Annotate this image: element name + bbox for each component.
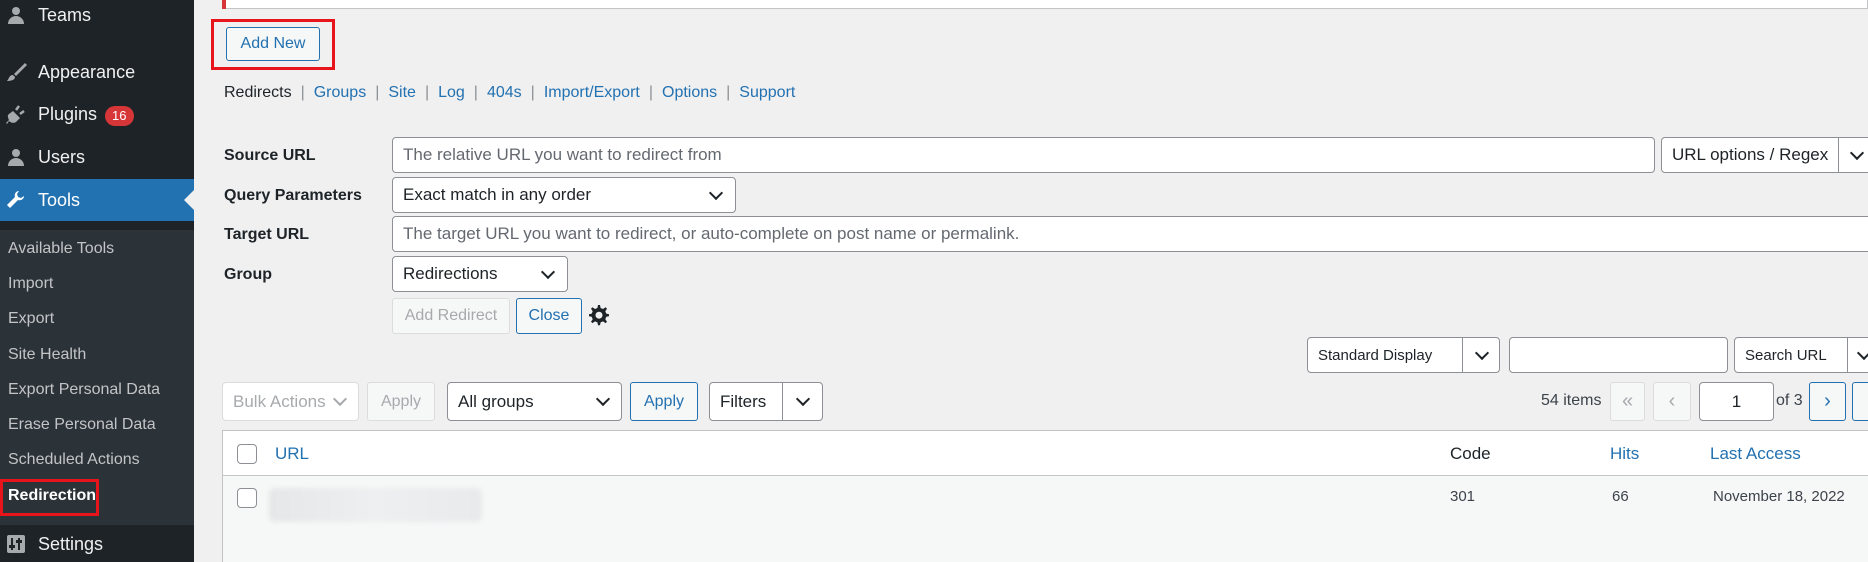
subnav-redirects[interactable]: Redirects (224, 84, 292, 102)
close-button[interactable]: Close (516, 298, 582, 334)
user-icon (5, 146, 27, 168)
first-page-button[interactable]: « (1610, 382, 1645, 421)
total-pages: of 3 (1776, 392, 1803, 409)
group-filter-apply-button[interactable]: Apply (630, 382, 698, 421)
gear-icon[interactable] (586, 303, 610, 331)
row-hits: 66 (1612, 488, 1629, 505)
query-params-value: Exact match in any order (403, 185, 592, 204)
search-type-value: Search URL (1745, 346, 1827, 364)
group-label: Group (224, 266, 272, 283)
subnav-options[interactable]: Options (662, 84, 717, 102)
paintbrush-icon (5, 61, 27, 83)
column-header-url[interactable]: URL (275, 444, 309, 464)
subnav-groups[interactable]: Groups (314, 84, 366, 102)
submenu-import[interactable]: Import (8, 275, 53, 293)
menu-label-appearance: Appearance (38, 61, 136, 82)
menu-item-users[interactable]: Users (0, 136, 194, 178)
current-page-input[interactable]: 1 (1699, 382, 1774, 421)
menu-label-tools: Tools (38, 189, 81, 210)
target-url-label: Target URL (224, 226, 310, 243)
admin-notice-accent (222, 0, 226, 9)
add-redirect-button[interactable]: Add Redirect (392, 298, 510, 334)
url-options-value: URL options / Regex (1672, 145, 1829, 164)
next-page-button[interactable]: › (1809, 382, 1846, 421)
menu-label-settings: Settings (38, 533, 104, 554)
subnav-site[interactable]: Site (388, 84, 416, 102)
chevron-down-icon (708, 185, 724, 201)
submenu-export-personal-data[interactable]: Export Personal Data (8, 381, 160, 399)
submenu-site-health[interactable]: Site Health (8, 346, 86, 364)
row-checkbox[interactable] (237, 488, 257, 508)
display-select[interactable]: Standard Display (1307, 337, 1500, 373)
filters-value: Filters (720, 391, 767, 411)
group-filter-value: All groups (458, 391, 534, 411)
column-header-code: Code (1450, 444, 1491, 463)
submenu-erase-personal-data[interactable]: Erase Personal Data (8, 416, 156, 434)
chevron-down-icon (1474, 345, 1490, 361)
redirects-table: URL Code Hits Last Access 301 66 Novembe… (222, 430, 1868, 562)
submenu-available-tools[interactable]: Available Tools (8, 240, 114, 258)
group-select[interactable]: Redirections (392, 256, 568, 292)
subnav-log[interactable]: Log (438, 84, 465, 102)
menu-item-settings[interactable]: Settings (0, 523, 194, 562)
menu-item-appearance[interactable]: Appearance (0, 51, 194, 93)
menu-item-tools[interactable]: Tools (0, 179, 194, 221)
chevron-down-icon (595, 391, 611, 407)
bulk-actions-select[interactable]: Bulk Actions (222, 382, 359, 421)
redirection-highlight-box (0, 479, 99, 516)
column-header-last-access[interactable]: Last Access (1710, 444, 1801, 464)
chevron-down-icon (1849, 145, 1865, 161)
menu-item-teams[interactable]: Teams (0, 0, 194, 36)
menu-label-teams: Teams (38, 4, 92, 25)
submenu-scheduled-actions[interactable]: Scheduled Actions (8, 451, 140, 469)
chevron-down-icon (795, 391, 811, 407)
chevron-down-icon (1856, 345, 1868, 361)
bulk-apply-button[interactable]: Apply (367, 382, 435, 421)
wrench-icon (5, 189, 27, 211)
bulk-actions-value: Bulk Actions (233, 391, 326, 411)
chevron-down-icon (332, 391, 348, 407)
search-input[interactable] (1509, 337, 1728, 373)
display-value: Standard Display (1318, 346, 1433, 364)
subnav-import-export[interactable]: Import/Export (544, 84, 640, 102)
subnav-404s[interactable]: 404s (487, 84, 522, 102)
filters-select[interactable]: Filters (709, 382, 823, 421)
table-row[interactable]: 301 66 November 18, 2022 (223, 476, 1868, 562)
menu-label-plugins: Plugins 16 (38, 104, 134, 126)
row-last-access: November 18, 2022 (1713, 488, 1845, 505)
redacted-url (269, 488, 482, 522)
subnav-support[interactable]: Support (739, 84, 795, 102)
source-url-input[interactable]: The relative URL you want to redirect fr… (392, 137, 1655, 173)
row-code: 301 (1450, 488, 1476, 505)
query-params-label: Query Parameters (224, 187, 362, 204)
plugins-update-badge: 16 (105, 105, 134, 126)
plugin-icon (5, 104, 27, 126)
user-icon (5, 4, 27, 26)
column-header-hits[interactable]: Hits (1610, 444, 1639, 464)
add-new-button[interactable]: Add New (226, 27, 320, 61)
menu-item-plugins[interactable]: Plugins 16 (0, 94, 194, 136)
redirection-subnav: Redirects | Groups | Site | Log | 404s | Impo… (224, 84, 796, 102)
group-value: Redirections (403, 264, 498, 283)
prev-page-button[interactable]: ‹ (1653, 382, 1691, 421)
chevron-down-icon (540, 264, 556, 280)
group-filter-select[interactable]: All groups (447, 382, 622, 421)
settings-sliders-icon (5, 533, 27, 555)
admin-sidebar: Teams Appearance Plugins 16 Users Tools A… (0, 0, 194, 562)
source-url-label: Source URL (224, 147, 316, 164)
query-params-select[interactable]: Exact match in any order (392, 177, 736, 213)
select-all-checkbox[interactable] (237, 444, 257, 464)
url-options-select[interactable]: URL options / Regex (1661, 137, 1868, 173)
admin-notice-edge (222, 0, 1868, 9)
last-page-button[interactable] (1852, 382, 1868, 421)
search-type-select[interactable]: Search URL (1734, 337, 1868, 373)
items-count: 54 items (1541, 392, 1602, 409)
target-url-input[interactable]: The target URL you want to redirect, or … (392, 216, 1868, 252)
submenu-export[interactable]: Export (8, 310, 54, 328)
menu-label-users: Users (38, 146, 86, 167)
